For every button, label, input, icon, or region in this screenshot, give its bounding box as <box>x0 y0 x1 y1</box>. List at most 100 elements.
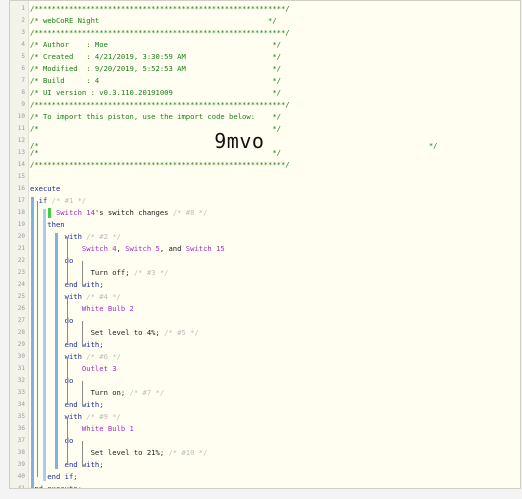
code-token: /* */ <box>30 148 281 157</box>
device-name[interactable]: Switch 15 <box>186 244 225 253</box>
statement-id-comment: /* #4 */ <box>86 292 121 301</box>
line-number: 31 <box>17 365 25 372</box>
block-bracket <box>82 261 83 285</box>
keyword: with <box>30 352 87 361</box>
code-line[interactable]: /* Created : 4/21/2019, 3:30:59 AM */ <box>30 51 281 63</box>
device-name[interactable]: Switch 14 <box>30 208 95 217</box>
code-line[interactable]: Switch 4, Switch 5, and Switch 15 <box>30 243 225 255</box>
code-line[interactable]: /* */ <box>30 147 281 159</box>
code-line[interactable]: /* webCoRE Night */ <box>30 15 277 27</box>
keyword: with <box>30 412 87 421</box>
keyword: with <box>30 232 87 241</box>
line-number: 3 <box>21 29 25 36</box>
keyword: with <box>30 292 87 301</box>
statement-id-comment: /* #8 */ <box>172 208 208 217</box>
code-token: /* Author : Moe */ <box>30 40 281 49</box>
block-bracket <box>67 417 68 465</box>
line-number: 13 <box>17 149 25 156</box>
code-line[interactable]: Switch 14's switch changes /* #8 */ <box>30 207 207 219</box>
device-name[interactable]: Switch 5 <box>125 244 160 253</box>
line-number: 17 <box>17 197 25 204</box>
block-bracket <box>82 441 83 465</box>
line-number: 30 <box>17 353 25 360</box>
line-number: 23 <box>17 269 25 276</box>
execute-block-bar <box>31 197 34 488</box>
line-number: 1 <box>21 5 25 12</box>
code-token: /***************************************… <box>30 160 290 169</box>
line-number: 15 <box>17 173 25 180</box>
code-line[interactable]: Turn on; /* #7 */ <box>30 387 165 399</box>
line-number: 4 <box>21 41 25 48</box>
line-number: 26 <box>17 305 25 312</box>
statement-id-comment: /* #3 */ <box>133 268 169 277</box>
code-token: /* Modified : 9/20/2019, 5:52:53 AM */ <box>30 64 281 73</box>
block-bracket <box>67 297 68 345</box>
code-line[interactable]: Turn off; /* #3 */ <box>30 267 169 279</box>
line-number: 36 <box>17 425 25 432</box>
line-number: 14 <box>17 161 25 168</box>
line-number: 10 <box>17 113 25 120</box>
code-line[interactable]: /* Author : Moe */ <box>30 39 281 51</box>
code-token: /* UI version : v0.3.110.20191009 */ <box>30 88 281 97</box>
line-number: 2 <box>21 17 25 24</box>
code-token: /* Build : 4 */ <box>30 76 281 85</box>
code-token: 's switch changes <box>94 208 173 217</box>
line-number: 6 <box>21 65 25 72</box>
code-token: Set level to 4%; <box>30 328 165 337</box>
code-line[interactable]: /* UI version : v0.3.110.20191009 */ <box>30 87 281 99</box>
line-number: 21 <box>17 245 25 252</box>
code-line[interactable]: /* To import this piston, use the import… <box>30 111 281 123</box>
statement-id-comment: /* #2 */ <box>86 232 121 241</box>
line-number: 12 <box>17 137 25 144</box>
line-number: 16 <box>17 185 25 192</box>
code-line[interactable]: /***************************************… <box>30 99 290 111</box>
statement-id-comment: /* #5 */ <box>164 328 199 337</box>
line-number: 34 <box>17 401 25 408</box>
keyword: end execute; <box>30 484 82 489</box>
statement-id-comment: /* #1 */ <box>51 196 87 205</box>
keyword: execute <box>30 184 61 193</box>
line-number: 24 <box>17 281 25 288</box>
line-number: 19 <box>17 221 25 228</box>
line-number: 27 <box>17 317 25 324</box>
code-token: /***************************************… <box>30 100 290 109</box>
line-number: 9 <box>21 101 25 108</box>
block-bracket <box>67 237 68 285</box>
line-number: 35 <box>17 413 25 420</box>
code-token: Set level to 21%; <box>30 448 169 457</box>
then-block-bar <box>55 233 58 469</box>
code-token: /* Created : 4/21/2019, 3:30:59 AM */ <box>30 52 281 61</box>
statement-id-comment: /* #10 */ <box>168 448 208 457</box>
code-token: , and <box>159 244 186 253</box>
code-line[interactable]: /* Modified : 9/20/2019, 5:52:53 AM */ <box>30 63 281 75</box>
code-line[interactable]: /* Build : 4 */ <box>30 75 281 87</box>
code-token: /***************************************… <box>30 28 290 37</box>
line-number: 39 <box>17 461 25 468</box>
statement-id-comment: /* #9 */ <box>86 412 121 421</box>
line-number: 37 <box>17 437 25 444</box>
code-token: , <box>116 244 126 253</box>
code-line[interactable]: if /* #1 */ <box>30 195 87 207</box>
line-number: 5 <box>21 53 25 60</box>
line-number: 33 <box>17 389 25 396</box>
line-number: 32 <box>17 377 25 384</box>
code-line[interactable]: end execute; <box>30 483 82 489</box>
statement-id-comment: /* #6 */ <box>86 352 121 361</box>
code-line[interactable]: execute <box>30 183 60 195</box>
block-bracket <box>82 321 83 345</box>
line-number: 7 <box>21 77 25 84</box>
code-line[interactable]: /***************************************… <box>30 27 290 39</box>
code-line[interactable]: then <box>30 219 64 231</box>
line-number-gutter: 1 2 3 4 5 6 7 8 9 10 11 12 13 14 15 16 17 18 19 20 21 22 23 24 2… <box>10 1 29 488</box>
line-number: 41 <box>17 485 25 489</box>
code-line[interactable]: /***************************************… <box>30 3 290 15</box>
if-block-bar <box>43 209 46 481</box>
block-bracket <box>82 381 83 405</box>
line-number: 11 <box>17 125 25 132</box>
line-number: 20 <box>17 233 25 240</box>
code-line[interactable]: /***************************************… <box>30 159 290 171</box>
code-token: */ <box>264 141 438 150</box>
code-line[interactable]: /* 9mvo */ <box>30 131 438 151</box>
line-number: 38 <box>17 449 25 456</box>
block-bracket <box>67 357 68 405</box>
